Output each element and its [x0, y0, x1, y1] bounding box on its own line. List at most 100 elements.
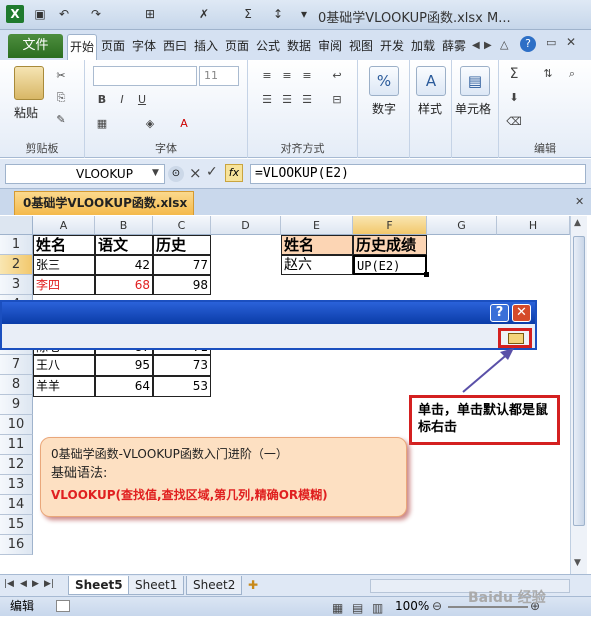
insert-sheet-icon[interactable]: ✚ — [248, 578, 258, 592]
align-top-icon[interactable]: ≡ — [258, 68, 276, 84]
name-box-dropdown-icon[interactable]: ▼ — [152, 168, 159, 178]
sheet-tab-sheet2[interactable]: Sheet2 — [186, 576, 243, 595]
tab-view[interactable]: 视图 — [346, 34, 376, 60]
tab-xuewu[interactable]: 薛雾 — [439, 34, 469, 60]
tab-home[interactable]: 开始 — [67, 34, 97, 60]
undo-icon[interactable]: ↶ — [56, 6, 72, 22]
font-color-icon[interactable]: A — [175, 116, 193, 132]
row-header-3[interactable]: 3 — [0, 275, 33, 295]
table-header-chinese[interactable]: 语文 — [95, 235, 153, 255]
table-header-name[interactable]: 姓名 — [33, 235, 95, 255]
column-header-e[interactable]: E — [281, 216, 353, 235]
tab-xiyue[interactable]: 西曰 — [160, 34, 190, 60]
dialog-close-button[interactable]: ✕ — [512, 304, 531, 322]
paste-icon[interactable] — [14, 66, 44, 100]
table-cell-history[interactable]: 73 — [153, 355, 211, 376]
formula-input[interactable]: =VLOOKUP(E2) — [250, 164, 586, 184]
row-header-7[interactable]: 7 — [0, 355, 33, 375]
format-painter-icon[interactable]: ✎ — [52, 112, 70, 128]
table-cell-name[interactable]: 李四 — [33, 275, 95, 295]
styles-icon[interactable]: A — [416, 66, 446, 96]
tab-insert[interactable]: 插入 — [191, 34, 221, 60]
sort-filter-icon[interactable]: ⇅ — [539, 66, 557, 82]
autosum-ribbon-icon[interactable]: Σ — [505, 66, 523, 82]
column-header-h[interactable]: H — [497, 216, 570, 235]
number-format-icon[interactable]: % — [369, 66, 399, 96]
customize-qat-icon[interactable]: ▾ — [296, 6, 312, 22]
clear-format-icon[interactable]: ✗ — [196, 6, 212, 22]
redo-icon[interactable]: ↷ — [88, 6, 104, 22]
clear-icon[interactable]: ⌫ — [505, 114, 523, 130]
close-workbook-icon[interactable]: ✕ — [566, 35, 576, 49]
row-header-15[interactable]: 15 — [0, 515, 33, 535]
save-icon[interactable]: ▣ — [32, 6, 48, 22]
scroll-down-icon[interactable]: ▼ — [574, 558, 581, 568]
tab-page[interactable]: 页面 — [98, 34, 128, 60]
table-cell-chinese[interactable]: 64 — [95, 376, 153, 397]
find-icon[interactable]: ⌕ — [563, 66, 581, 82]
function-menu-icon[interactable]: ⊙ — [168, 166, 184, 182]
insert-function-icon[interactable]: fx — [225, 164, 243, 182]
styles-button[interactable]: 样式 — [418, 100, 442, 117]
prev-sheet-icon[interactable]: ◀ — [20, 579, 27, 589]
tab-font[interactable]: 字体 — [129, 34, 159, 60]
active-formula-cell[interactable]: UP(E2) — [353, 255, 427, 275]
column-header-f[interactable]: F — [353, 216, 427, 235]
autosum-icon[interactable]: Σ — [240, 6, 256, 22]
table-cell-chinese[interactable]: 95 — [95, 355, 153, 376]
bold-icon[interactable]: B — [93, 92, 111, 108]
align-right-icon[interactable]: ☰ — [298, 92, 316, 108]
merge-icon[interactable]: ⊟ — [328, 92, 346, 108]
row-header-12[interactable]: 12 — [0, 455, 33, 475]
column-header-c[interactable]: C — [153, 216, 211, 235]
row-header-1[interactable]: 1 — [0, 235, 33, 255]
cut-icon[interactable]: ✂ — [52, 68, 70, 84]
tab-developer[interactable]: 开发 — [377, 34, 407, 60]
table-cell-name[interactable]: 王八 — [33, 355, 95, 376]
align-bottom-icon[interactable]: ≡ — [298, 68, 316, 84]
page-layout-view-icon[interactable]: ▤ — [352, 599, 363, 618]
tab-formulas[interactable]: 公式 — [253, 34, 283, 60]
tab-data[interactable]: 数据 — [284, 34, 314, 60]
row-header-13[interactable]: 13 — [0, 475, 33, 495]
table-cell-name[interactable]: 羊羊 — [33, 376, 95, 397]
sheet-tab-sheet1[interactable]: Sheet1 — [128, 576, 185, 595]
dialog-help-button[interactable]: ? — [490, 304, 509, 322]
tab-page-layout[interactable]: 页面 — [222, 34, 252, 60]
align-center-icon[interactable]: ☰ — [278, 92, 296, 108]
paste-button[interactable]: 粘贴 — [14, 104, 38, 121]
workbook-tab[interactable]: 0基础学VLOOKUP函数.xlsx — [14, 191, 194, 215]
page-break-view-icon[interactable]: ▥ — [372, 599, 383, 618]
sort-icon[interactable]: ↕ — [270, 6, 286, 22]
tab-file[interactable]: 文件 — [8, 34, 63, 58]
zoom-out-icon[interactable]: ⊖ — [432, 597, 442, 616]
column-header-d[interactable]: D — [211, 216, 281, 235]
table-header-history[interactable]: 历史 — [153, 235, 211, 255]
select-all-corner[interactable] — [0, 216, 33, 235]
scroll-thumb[interactable] — [573, 236, 585, 526]
restore-icon[interactable]: ▭ — [546, 36, 556, 49]
table-cell-history[interactable]: 53 — [153, 376, 211, 397]
tab-scroll-right-icon[interactable]: ▶ — [484, 40, 492, 51]
copy-icon[interactable]: ⎘ — [52, 90, 70, 106]
row-header-11[interactable]: 11 — [0, 435, 33, 455]
borders-icon[interactable]: ▦ — [93, 116, 111, 132]
zoom-level[interactable]: 100% — [395, 597, 429, 616]
row-header-16[interactable]: 16 — [0, 535, 33, 555]
doc-close-icon[interactable]: ✕ — [575, 195, 584, 208]
table-cell-chinese[interactable]: 42 — [95, 255, 153, 275]
lookup-header-name[interactable]: 姓名 — [281, 235, 353, 255]
macro-record-icon[interactable] — [56, 600, 70, 612]
sheet-tab-sheet5[interactable]: Sheet5 — [68, 576, 130, 595]
number-format-button[interactable]: 数字 — [372, 100, 396, 117]
vertical-scrollbar[interactable]: ▲ ▼ — [570, 216, 587, 574]
scroll-up-icon[interactable]: ▲ — [574, 218, 581, 228]
confirm-icon[interactable]: ✓ — [206, 164, 218, 180]
font-size-combo[interactable]: 11 — [199, 66, 239, 86]
first-sheet-icon[interactable]: |◀ — [4, 579, 14, 589]
row-header-14[interactable]: 14 — [0, 495, 33, 515]
lookup-name-cell[interactable]: 赵六 — [281, 255, 353, 275]
table-cell-name[interactable]: 张三 — [33, 255, 95, 275]
row-header-8[interactable]: 8 — [0, 375, 33, 395]
column-header-a[interactable]: A — [33, 216, 95, 235]
